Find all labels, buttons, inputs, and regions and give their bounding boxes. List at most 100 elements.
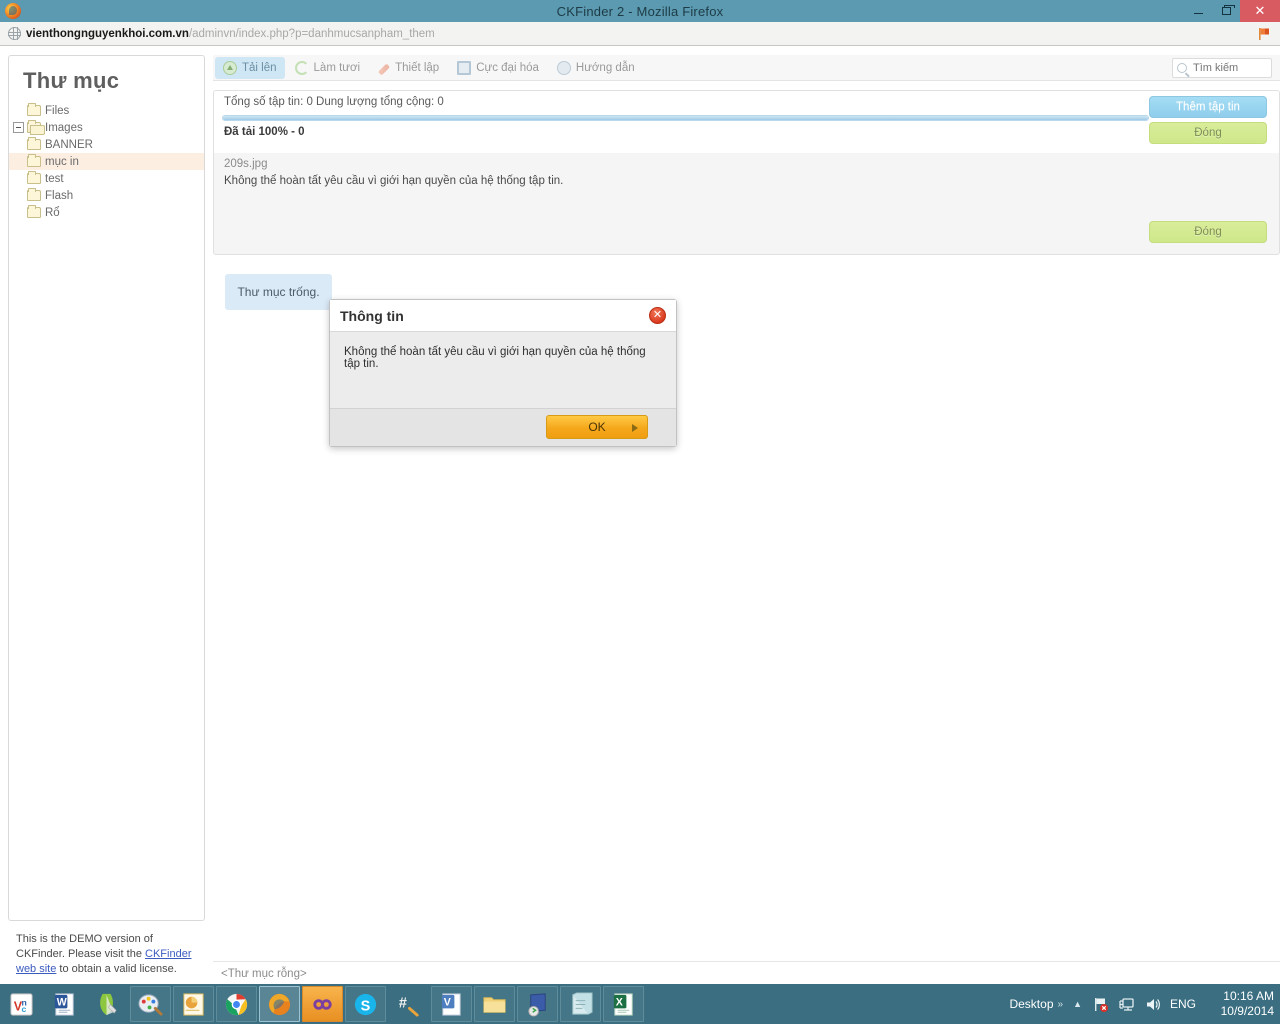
toolbar-upload-button[interactable]: Tải lên — [215, 56, 285, 79]
folder-icon — [27, 103, 41, 116]
folder-icon — [27, 205, 41, 218]
taskbar-app-powerpoint-viewer[interactable] — [173, 986, 214, 1022]
address-bar[interactable]: vienthongnguyenkhoi.com.vn/adminvn/index… — [26, 28, 435, 40]
svg-text:#: # — [399, 995, 407, 1011]
screen: CKFinder 2 - Mozilla Firefox ✕ vienthong… — [0, 0, 1280, 1024]
tree-item-flash[interactable]: Flash — [9, 187, 204, 204]
folder-icon — [27, 154, 41, 167]
toolbar-item-label: Hướng dẫn — [575, 61, 635, 74]
search-box[interactable] — [1172, 58, 1272, 78]
url-host: vienthongnguyenkhoi.com.vn — [26, 27, 189, 40]
folder-icon — [27, 137, 41, 150]
tree-item-images[interactable]: Images — [9, 119, 204, 136]
system-tray: Desktop » ▲ ENG 10:16 AM 10/9/2014 — [1009, 984, 1280, 1024]
tree-item-test[interactable]: test — [9, 170, 204, 187]
taskbar-app-notepad-pencil[interactable] — [87, 986, 128, 1022]
overflow-chevron-icon[interactable]: » — [1058, 999, 1064, 1010]
clock-time: 10:16 AM — [1223, 989, 1274, 1003]
network-error-icon[interactable] — [1092, 996, 1109, 1013]
taskbar-app-file-explorer[interactable] — [474, 986, 515, 1022]
taskbar-app-paint[interactable] — [130, 986, 171, 1022]
dialog-header: Thông tin ✕ — [330, 300, 676, 332]
window-title: CKFinder 2 - Mozilla Firefox — [556, 3, 724, 19]
upload-file-row: 209s.jpg Không thể hoàn tất yêu cầu vì g… — [214, 154, 1279, 243]
taskbar-app-infinity-app[interactable] — [302, 986, 343, 1022]
upload-icon — [223, 60, 237, 75]
toolbar-item-label: Thiết lập — [395, 61, 440, 74]
window-controls: ✕ — [1184, 0, 1280, 22]
collapse-toggle-icon[interactable] — [13, 122, 24, 133]
maximize-icon — [457, 60, 472, 75]
dialog-close-icon[interactable]: ✕ — [649, 307, 666, 324]
upload-progress-fill — [223, 116, 1148, 120]
tree-item-banner[interactable]: BANNER — [9, 136, 204, 153]
demo-line-3: obtain a valid license. — [71, 963, 177, 975]
toolbar-maximize-button[interactable]: Cực đại hóa — [449, 57, 547, 79]
show-hidden-icons-button[interactable]: ▲ — [1073, 999, 1082, 1009]
toolbar-item-label: Tải lên — [242, 61, 277, 74]
dialog-ok-button[interactable]: OK — [546, 415, 648, 439]
tree-item-ro[interactable]: Rổ — [9, 204, 204, 221]
svg-text:W: W — [57, 996, 67, 1008]
svg-text:c: c — [22, 1004, 27, 1014]
toolbar-help-button[interactable]: Hướng dẫn — [549, 57, 643, 79]
taskbar-app-mozilla-firefox[interactable] — [259, 986, 300, 1022]
upload-status-text: Đã tải 100% - 0 — [224, 126, 305, 138]
taskbar-app-hash-tool[interactable]: # — [388, 986, 429, 1022]
folders-title: Thư mục — [23, 68, 120, 93]
search-input[interactable] — [1191, 61, 1266, 75]
add-files-button[interactable]: Thêm tập tin — [1149, 96, 1267, 118]
taskbar-app-notepad[interactable] — [560, 986, 601, 1022]
language-indicator[interactable]: ENG — [1170, 997, 1196, 1011]
help-icon — [556, 60, 571, 75]
taskbar-app-skype[interactable]: S — [345, 986, 386, 1022]
close-file-row-button[interactable]: Đóng — [1149, 221, 1267, 243]
taskbar-app-microsoft-visio[interactable]: V — [431, 986, 472, 1022]
folder-tree: Files Images BANNER mục in test Flash Rổ — [9, 100, 204, 221]
close-upload-button[interactable]: Đóng — [1149, 122, 1267, 144]
demo-license-notice: This is the DEMO version of CKFinder. Pl… — [8, 927, 205, 977]
volume-icon[interactable] — [1144, 996, 1161, 1013]
expander-placeholder-icon — [13, 207, 24, 218]
flag-icon[interactable] — [1256, 26, 1272, 42]
url-path: /adminvn/index.php?p=danhmucsanpham_them — [188, 27, 435, 40]
uploaded-file-error: Không thể hoàn tất yêu cầu vì giới hạn q… — [224, 175, 564, 187]
folder-icon — [27, 171, 41, 184]
minimize-button[interactable] — [1184, 0, 1212, 22]
main-area: Tải lên Làm tươi Thiết lập Cực đại hóa H… — [213, 55, 1280, 985]
tree-item-label: BANNER — [45, 138, 93, 151]
taskbar-app-list: Vnc W S # V X — [0, 984, 645, 1024]
svg-text:S: S — [361, 998, 371, 1014]
folder-open-icon — [27, 120, 45, 135]
uploaded-file-name: 209s.jpg — [224, 158, 268, 170]
refresh-icon — [294, 60, 309, 75]
ckfinder-toolbar: Tải lên Làm tươi Thiết lập Cực đại hóa H… — [213, 55, 1280, 81]
dialog-ok-label: OK — [588, 420, 606, 434]
browser-navbar: vienthongnguyenkhoi.com.vn/adminvn/index… — [0, 22, 1280, 46]
taskbar-app-vnc-viewer[interactable]: Vnc — [1, 986, 42, 1022]
taskbar-app-remote-desktop[interactable] — [517, 986, 558, 1022]
demo-line-2-post: to — [56, 963, 69, 975]
upload-panel: Tổng số tập tin: 0 Dung lượng tổng cộng:… — [213, 90, 1280, 255]
tree-item-files[interactable]: Files — [9, 102, 204, 119]
restore-button[interactable] — [1212, 0, 1240, 22]
upload-progress-section: Tổng số tập tin: 0 Dung lượng tổng cộng:… — [214, 91, 1279, 153]
folder-icon — [27, 188, 41, 201]
info-dialog: Thông tin ✕ Không thể hoàn tất yêu cầu v… — [329, 299, 677, 447]
ckfinder-statusbar: <Thư mục rỗng> — [213, 961, 1280, 985]
tree-item-muc-in[interactable]: mục in — [9, 153, 204, 170]
taskbar-app-microsoft-excel[interactable]: X — [603, 986, 644, 1022]
search-icon — [1177, 63, 1187, 73]
statusbar-text: <Thư mục rỗng> — [221, 967, 307, 980]
close-button[interactable]: ✕ — [1240, 0, 1280, 22]
toolbar-refresh-button[interactable]: Làm tươi — [287, 57, 369, 79]
clock[interactable]: 10:16 AM 10/9/2014 — [1208, 989, 1274, 1019]
toolbar-settings-button[interactable]: Thiết lập — [370, 57, 447, 79]
toolbar-item-label: Làm tươi — [313, 61, 361, 74]
taskbar-app-google-chrome[interactable] — [216, 986, 257, 1022]
svg-text:X: X — [616, 996, 623, 1008]
taskbar-app-microsoft-word[interactable]: W — [44, 986, 85, 1022]
tree-item-label: Flash — [45, 189, 74, 202]
display-icon[interactable] — [1118, 996, 1135, 1013]
desktop-peek-label[interactable]: Desktop — [1009, 997, 1053, 1011]
